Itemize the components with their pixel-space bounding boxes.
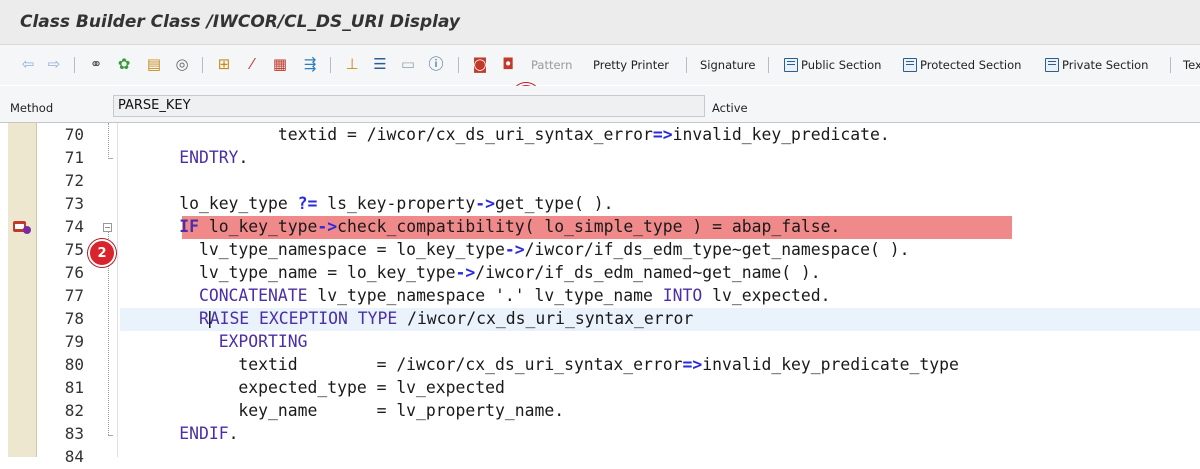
line-number: 74 bbox=[64, 217, 84, 236]
code-line: 84 bbox=[0, 446, 1200, 469]
wand-icon[interactable]: ⁄ bbox=[242, 54, 262, 74]
transport-icon[interactable]: ⇶ bbox=[300, 54, 320, 74]
code-line: 73 lo_key_type ?= ls_key-property->get_t… bbox=[0, 193, 1200, 216]
code-line: 74 IF lo_key_type->check_compatibility( … bbox=[0, 216, 1200, 239]
toolbar-separator bbox=[202, 57, 203, 73]
code-line: 83 ENDIF. bbox=[0, 423, 1200, 446]
pattern-button[interactable]: Pattern bbox=[531, 58, 572, 72]
code-line: 70 textid = /iwcor/cx_ds_uri_syntax_erro… bbox=[0, 124, 1200, 147]
code-text[interactable]: IF lo_key_type->check_compatibility( lo_… bbox=[120, 217, 840, 236]
code-text[interactable]: CONCATENATE lv_type_namespace '.' lv_typ… bbox=[120, 286, 831, 305]
code-editor[interactable]: − 2 70 textid = /iwcor/cx_ds_uri_syntax_… bbox=[0, 122, 1200, 466]
code-text[interactable]: lv_type_name = lo_key_type->/iwcor/if_ds… bbox=[120, 263, 821, 282]
section-icon bbox=[784, 58, 798, 72]
code-text[interactable]: ENDTRY. bbox=[120, 148, 248, 167]
line-number: 77 bbox=[64, 286, 84, 305]
code-line: 78 R|AISE EXCEPTION TYPE /iwcor/cx_ds_ur… bbox=[0, 308, 1200, 331]
clipboard-icon[interactable]: ▤ bbox=[144, 54, 164, 74]
private-section-button[interactable]: Private Section bbox=[1045, 58, 1148, 72]
method-field[interactable]: PARSE_KEY bbox=[113, 95, 705, 117]
back-arrow-icon[interactable]: ⇦ bbox=[18, 54, 38, 74]
code-line: 81 expected_type = lv_expected bbox=[0, 377, 1200, 400]
line-number: 81 bbox=[64, 378, 84, 397]
line-number: 78 bbox=[64, 309, 84, 328]
glasses-icon[interactable]: ⚭ bbox=[86, 54, 106, 74]
forward-arrow-icon[interactable]: ⇨ bbox=[44, 54, 64, 74]
code-text[interactable]: lv_type_namespace = lo_key_type->/iwcor/… bbox=[120, 240, 910, 259]
section-icon bbox=[903, 58, 917, 72]
public-section-label: Public Section bbox=[801, 58, 882, 72]
method-label: Method bbox=[10, 101, 54, 115]
window-icon[interactable]: ▭ bbox=[398, 54, 418, 74]
signature-button[interactable]: Signature bbox=[700, 58, 755, 72]
application-toolbar: ⇦ ⇨ ⚭ ✿ ▤ ◎ ⊞ ⁄ ▦ ⇶ ⊥ ☰ ▭ ⓘ ◙ ◘ Pattern … bbox=[0, 45, 1200, 111]
line-number: 71 bbox=[64, 148, 84, 167]
toolbar-separator bbox=[686, 57, 687, 73]
section-icon bbox=[1045, 58, 1059, 72]
status-text: Active bbox=[712, 101, 748, 115]
code-line: 75 lv_type_namespace = lo_key_type->/iwc… bbox=[0, 239, 1200, 262]
objects-icon[interactable]: ✿ bbox=[114, 54, 134, 74]
code-line: 71 ENDTRY. bbox=[0, 147, 1200, 170]
code-text[interactable]: lo_key_type ?= ls_key-property->get_type… bbox=[120, 194, 613, 213]
target-icon[interactable]: ◎ bbox=[172, 54, 192, 74]
line-number: 79 bbox=[64, 332, 84, 351]
breakpoint-icon[interactable]: ◘ bbox=[498, 54, 518, 74]
list-icon[interactable]: ☰ bbox=[370, 54, 390, 74]
code-line: 79 EXPORTING bbox=[0, 331, 1200, 354]
toolbar-separator bbox=[74, 57, 75, 73]
code-text[interactable]: textid = /iwcor/cx_ds_uri_syntax_error=>… bbox=[120, 355, 958, 374]
code-text[interactable]: R|AISE EXCEPTION TYPE /iwcor/cx_ds_uri_s… bbox=[120, 309, 693, 328]
toolbar-separator bbox=[768, 57, 769, 73]
toolbar-separator bbox=[1170, 57, 1171, 73]
code-line: 80 textid = /iwcor/cx_ds_uri_syntax_erro… bbox=[0, 354, 1200, 377]
method-header: Method PARSE_KEY Active bbox=[0, 86, 1200, 122]
code-line: 77 CONCATENATE lv_type_namespace '.' lv_… bbox=[0, 285, 1200, 308]
text-button[interactable]: Tex bbox=[1183, 58, 1200, 72]
public-section-button[interactable]: Public Section bbox=[784, 58, 881, 72]
hierarchy-icon[interactable]: ⊞ bbox=[214, 54, 234, 74]
line-number: 80 bbox=[64, 355, 84, 374]
window-title: Class Builder Class /IWCOR/CL_DS_URI Dis… bbox=[20, 12, 460, 32]
pretty-printer-button[interactable]: Pretty Printer bbox=[593, 58, 669, 72]
code-text[interactable]: key_name = lv_property_name. bbox=[120, 401, 564, 420]
debug-session-icon[interactable]: ◙ bbox=[470, 54, 490, 74]
code-line: 72 bbox=[0, 170, 1200, 193]
code-text[interactable]: EXPORTING bbox=[120, 332, 308, 351]
code-text[interactable]: textid = /iwcor/cx_ds_uri_syntax_error=>… bbox=[120, 125, 890, 144]
title-bar: Class Builder Class /IWCOR/CL_DS_URI Dis… bbox=[0, 0, 1200, 45]
layout-icon[interactable]: ▦ bbox=[270, 54, 290, 74]
line-number: 70 bbox=[64, 125, 84, 144]
info-icon[interactable]: ⓘ bbox=[426, 54, 446, 74]
line-number: 75 bbox=[64, 240, 84, 259]
toolbar-separator bbox=[330, 57, 331, 73]
line-number: 73 bbox=[64, 194, 84, 213]
line-number: 72 bbox=[64, 171, 84, 190]
protected-section-label: Protected Section bbox=[920, 58, 1022, 72]
line-number: 76 bbox=[64, 263, 84, 282]
line-number: 82 bbox=[64, 401, 84, 420]
private-section-label: Private Section bbox=[1062, 58, 1149, 72]
toolbar-separator bbox=[458, 57, 459, 73]
code-text[interactable]: expected_type = lv_expected bbox=[120, 378, 504, 397]
line-number: 84 bbox=[64, 447, 84, 466]
protected-section-button[interactable]: Protected Section bbox=[903, 58, 1021, 72]
code-line: 76 lv_type_name = lo_key_type->/iwcor/if… bbox=[0, 262, 1200, 285]
code-line: 82 key_name = lv_property_name. bbox=[0, 400, 1200, 423]
line-number: 83 bbox=[64, 424, 84, 443]
tree-icon[interactable]: ⊥ bbox=[342, 54, 362, 74]
code-text[interactable]: ENDIF. bbox=[120, 424, 238, 443]
